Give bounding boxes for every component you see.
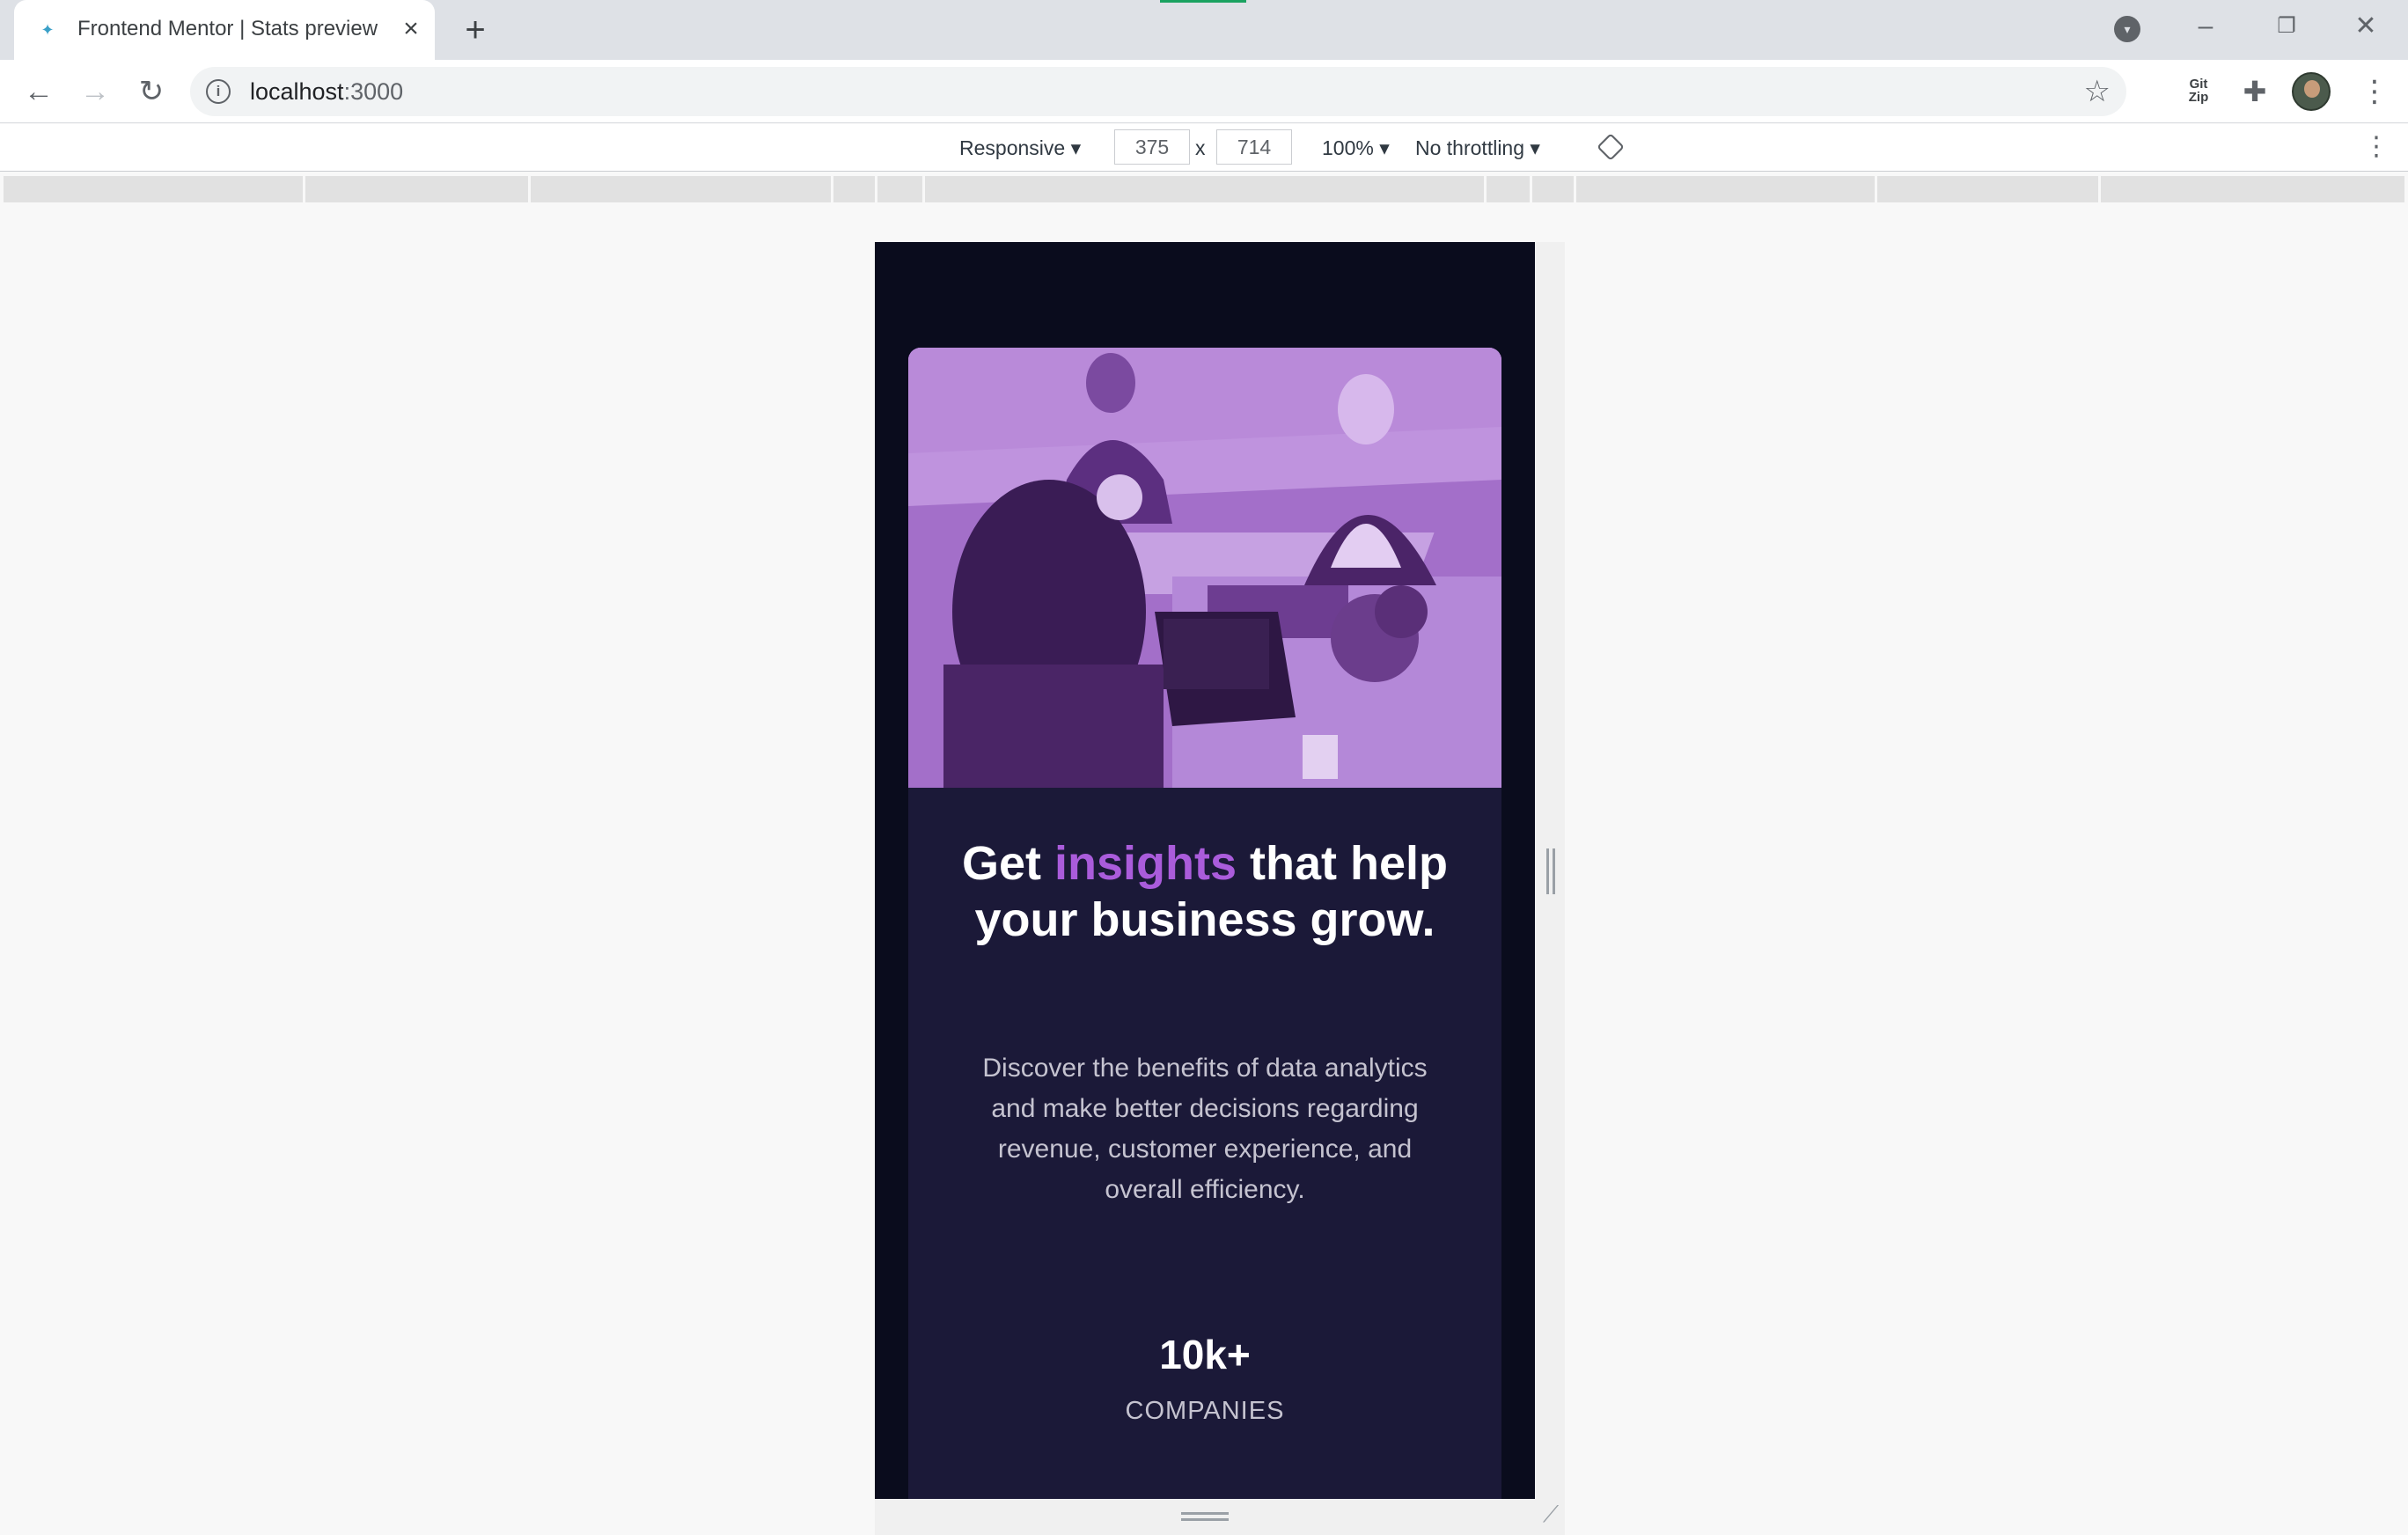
stat-value: 10k+ — [1159, 1332, 1251, 1377]
description: Discover the benefits of data analytics … — [982, 1054, 1428, 1204]
star-icon[interactable]: ☆ — [2084, 74, 2111, 109]
devtools-more-icon[interactable]: ⋮ — [2360, 129, 2392, 165]
info-icon[interactable]: i — [206, 79, 231, 104]
bottom-resize-handle[interactable] — [1181, 1512, 1229, 1521]
stat-label: COMPANIES — [1125, 1397, 1285, 1425]
right-resize-handle[interactable] — [1546, 848, 1555, 894]
rotate-icon[interactable] — [1597, 133, 1625, 161]
more-vert-icon[interactable]: ⋮ — [2355, 72, 2394, 111]
media-query-bar[interactable] — [4, 176, 2404, 202]
window-close-icon[interactable]: ✕ — [2339, 7, 2392, 46]
headline-start: Get — [961, 837, 1054, 890]
fm-favicon-icon: ✦ — [40, 21, 55, 39]
dimension-separator: x — [1195, 136, 1206, 159]
throttling-label: No throttling — [1415, 136, 1525, 159]
tab-strip: ✦ Frontend Mentor | Stats preview × + ▾ … — [0, 0, 2408, 60]
height-input[interactable]: 714 — [1216, 129, 1292, 165]
headline: Get insights that help your business gro… — [943, 835, 1466, 948]
new-tab-button[interactable]: + — [456, 11, 495, 49]
stats-card: Get insights that help your business gro… — [908, 348, 1501, 1499]
address-bar[interactable]: i localhost:3000 ☆ — [190, 67, 2126, 116]
office-photo — [908, 348, 1501, 788]
device-select[interactable]: Responsive ▾ — [959, 135, 1081, 161]
loading-indicator — [1160, 0, 1246, 3]
close-icon[interactable]: × — [396, 14, 426, 44]
extensions-puzzle-icon[interactable]: ✚ — [2235, 72, 2274, 111]
url-port: :3000 — [343, 78, 404, 105]
device-toolbar: Responsive ▾ 375 x 714 100% ▾ No throttl… — [0, 124, 2408, 172]
back-arrow-icon[interactable]: ← — [18, 70, 60, 113]
throttling-select[interactable]: No throttling ▾ — [1415, 135, 1540, 161]
corner-resize-icon[interactable]: ⟋ — [1538, 1502, 1563, 1526]
reload-icon[interactable]: ↻ — [130, 70, 173, 113]
hero-image — [908, 348, 1501, 788]
tab-title: Frontend Mentor | Stats preview — [77, 17, 378, 40]
browser-toolbar: ← → ↻ i localhost:3000 ☆ Git Zip ✚ ⋮ — [0, 60, 2408, 123]
minimize-icon[interactable]: – — [2179, 7, 2232, 46]
restore-icon[interactable]: ❐ — [2260, 7, 2313, 46]
device-label: Responsive — [959, 136, 1066, 159]
url-text[interactable]: localhost:3000 — [250, 77, 403, 106]
width-input[interactable]: 375 — [1114, 129, 1190, 165]
zoom-select[interactable]: 100% ▾ — [1322, 135, 1390, 161]
forward-arrow-icon[interactable]: → — [74, 70, 116, 113]
headline-accent: insights — [1054, 837, 1237, 890]
zoom-label: 100% — [1322, 136, 1374, 159]
emulated-viewport: Get insights that help your business gro… — [875, 242, 1535, 1499]
chevron-down-icon[interactable]: ▾ — [2114, 16, 2140, 42]
url-host: localhost — [250, 78, 344, 105]
gitzip-extension-icon[interactable]: Git Zip — [2179, 72, 2218, 111]
browser-tab[interactable]: ✦ Frontend Mentor | Stats preview × — [14, 0, 435, 60]
gitzip-line2: Zip — [2188, 90, 2209, 105]
profile-avatar[interactable] — [2292, 72, 2331, 111]
